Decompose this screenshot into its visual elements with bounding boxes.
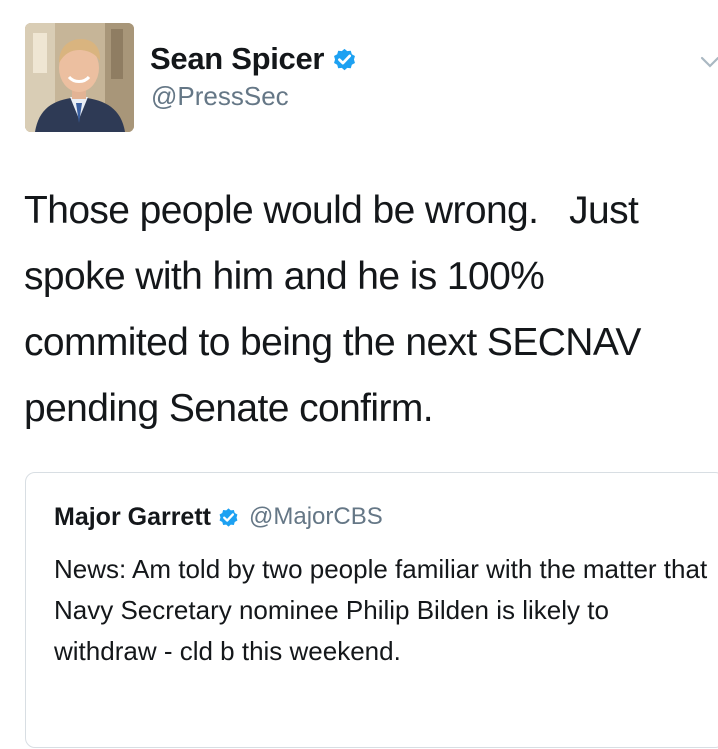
author-name-row[interactable]: Sean Spicer — [150, 41, 358, 77]
tweet-text: Those people would be wrong. Just spoke … — [24, 189, 652, 430]
profile-photo — [25, 23, 134, 132]
chevron-down-icon[interactable] — [700, 55, 718, 69]
quoted-tweet-card[interactable]: Major Garrett @MajorCBS News: Am told by… — [25, 472, 718, 748]
verified-badge-icon — [219, 507, 238, 527]
quoted-tweet-header: Major Garrett @MajorCBS — [54, 501, 383, 533]
verified-badge-icon — [334, 48, 356, 70]
author-handle[interactable]: @PressSec — [151, 81, 289, 112]
quoted-display-name: Major Garrett — [54, 502, 211, 531]
avatar[interactable] — [25, 23, 134, 132]
author-display-name[interactable]: Sean Spicer — [150, 41, 324, 77]
quoted-handle: @MajorCBS — [248, 503, 383, 530]
quoted-tweet-text: News: Am told by two people familiar wit… — [54, 554, 708, 666]
